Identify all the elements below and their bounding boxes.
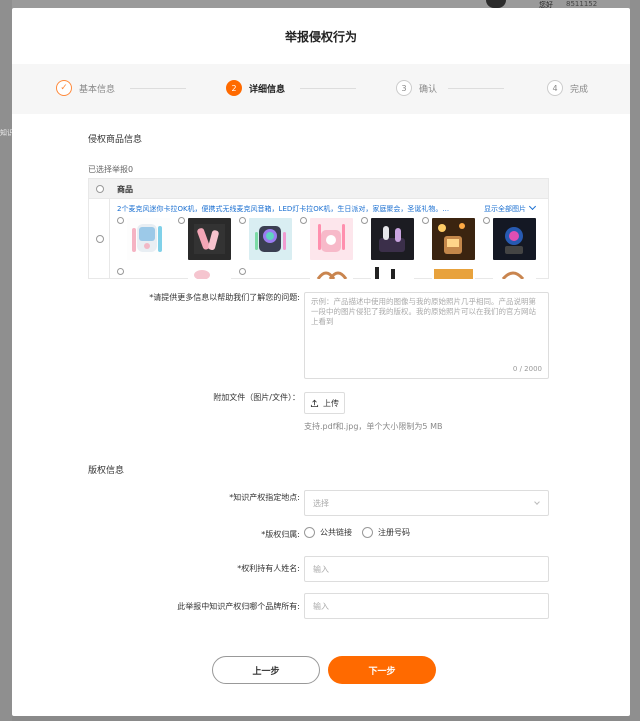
option-label: 注册号码 <box>378 528 410 537</box>
divider <box>109 199 110 279</box>
step-connector <box>448 88 504 89</box>
chevron-down-icon <box>534 499 540 505</box>
previous-step-button[interactable]: 上一步 <box>212 656 320 684</box>
step-progress: ✓ 基本信息 2 详细信息 3 确认 4 完成 <box>12 64 630 114</box>
description-placeholder: 示例：产品描述中使用的图像与我的原始照片几乎相同。产品说明第一段中的图片侵犯了我… <box>311 297 536 326</box>
image-radio[interactable] <box>422 217 429 224</box>
upload-label: 上传 <box>323 398 339 408</box>
report-modal: 举报侵权行为 ✓ 基本信息 2 详细信息 3 确认 4 完成 侵权商品信息 已选… <box>12 8 630 716</box>
speaker-night-image[interactable] <box>493 218 536 260</box>
led-speaker-image[interactable] <box>249 218 292 260</box>
pink-speaker-image[interactable] <box>310 218 353 260</box>
image-radio[interactable] <box>117 217 124 224</box>
image-radio[interactable] <box>300 217 307 224</box>
next-step-button[interactable]: 下一步 <box>328 656 436 684</box>
location-select[interactable]: 选择 <box>304 490 549 516</box>
microphone-set-image[interactable] <box>371 218 414 260</box>
party-lights-image[interactable] <box>432 218 475 260</box>
ownership-option-registration-number[interactable]: 注册号码 <box>362 527 410 538</box>
upload-button[interactable]: 上传 <box>304 392 345 414</box>
table-header: 商品 <box>89 179 548 199</box>
step-number: 2 <box>226 80 242 96</box>
description-textarea[interactable]: 示例：产品描述中使用的图像与我的原始照片几乎相同。产品说明第一段中的图片侵犯了我… <box>304 292 549 379</box>
step-number: 4 <box>547 80 563 96</box>
selected-count: 已选择举报0 <box>88 165 134 174</box>
radio-button[interactable] <box>304 527 315 538</box>
char-counter: 0 / 2000 <box>512 365 542 373</box>
product-description-link[interactable]: 2个麦克风迷你卡拉OK机，便携式无线麦克风音箱，LED灯卡拉OK机，生日派对，家… <box>117 204 462 214</box>
holder-name-input[interactable]: 输入 <box>304 556 549 582</box>
option-label: 公共链接 <box>320 528 352 537</box>
background-left <box>0 0 12 721</box>
step-details: 2 详细信息 <box>226 80 285 96</box>
background-right <box>630 0 640 721</box>
location-placeholder: 选择 <box>313 498 329 508</box>
step-basic-info: ✓ 基本信息 <box>56 80 115 96</box>
upload-icon <box>310 399 319 407</box>
chevron-down-icon <box>528 202 537 211</box>
brand-placeholder: 输入 <box>313 601 329 611</box>
product-section-title: 侵权商品信息 <box>88 135 143 145</box>
image-radio[interactable] <box>117 268 124 275</box>
step-label: 完成 <box>570 84 589 95</box>
step-label: 确认 <box>419 84 438 95</box>
show-all-label: 显示全部图片 <box>484 205 526 213</box>
step-label: 详细信息 <box>249 84 286 95</box>
attachment-label: 附加文件（图片/文件）： <box>213 393 300 402</box>
location-label: *知识产权指定地点: <box>229 493 300 502</box>
show-all-images-link[interactable]: 显示全部图片 <box>484 202 537 214</box>
copyright-section-title: 版权信息 <box>88 466 125 476</box>
image-radio[interactable] <box>239 217 246 224</box>
step-number: 3 <box>396 80 412 96</box>
image-preview-peek <box>188 265 231 279</box>
table-row: 2个麦克风迷你卡拉OK机，便携式无线麦克风音箱，LED灯卡拉OK机，生日派对，家… <box>89 199 548 279</box>
image-radio[interactable] <box>361 217 368 224</box>
description-label: *请提供更多信息以帮助我们了解您的问题: <box>149 293 300 302</box>
step-connector <box>130 88 186 89</box>
holder-name-placeholder: 输入 <box>313 564 329 574</box>
image-preview-peek <box>493 265 536 279</box>
image-radio[interactable] <box>178 217 185 224</box>
background-account-id: 8511152 <box>566 0 598 8</box>
ownership-label: *版权归属: <box>261 530 300 539</box>
table-header-label: 商品 <box>117 185 133 194</box>
brand-input[interactable]: 输入 <box>304 593 549 619</box>
image-preview-peek <box>310 265 353 279</box>
step-complete: 4 完成 <box>547 80 588 96</box>
step-connector <box>300 88 356 89</box>
step-confirm: 3 确认 <box>396 80 437 96</box>
checkmark-icon: ✓ <box>56 80 72 96</box>
ownership-option-public-link[interactable]: 公共链接 <box>304 527 352 538</box>
ownership-radio-group: 公共链接 注册号码 <box>304 527 420 538</box>
step-label: 基本信息 <box>79 84 116 95</box>
image-radio[interactable] <box>239 268 246 275</box>
pink-microphone-image[interactable] <box>188 218 231 260</box>
modal-title: 举报侵权行为 <box>284 30 357 44</box>
select-all-radio[interactable] <box>96 185 104 193</box>
brand-label: 此举报中知识产权归哪个品牌所有: <box>177 602 300 611</box>
radio-button[interactable] <box>362 527 373 538</box>
holder-name-label: *权利持有人姓名: <box>237 564 300 573</box>
product-table: 商品 2个麦克风迷你卡拉OK机，便携式无线麦克风音箱，LED灯卡拉OK机，生日派… <box>88 178 549 279</box>
image-preview-peek <box>371 265 414 279</box>
karaoke-speaker-image[interactable] <box>127 218 170 260</box>
image-preview-peek <box>432 265 475 279</box>
row-radio[interactable] <box>96 235 104 243</box>
image-radio[interactable] <box>483 217 490 224</box>
upload-hint: 支持.pdf和.jpg，单个大小限制为5 MB <box>304 422 443 431</box>
